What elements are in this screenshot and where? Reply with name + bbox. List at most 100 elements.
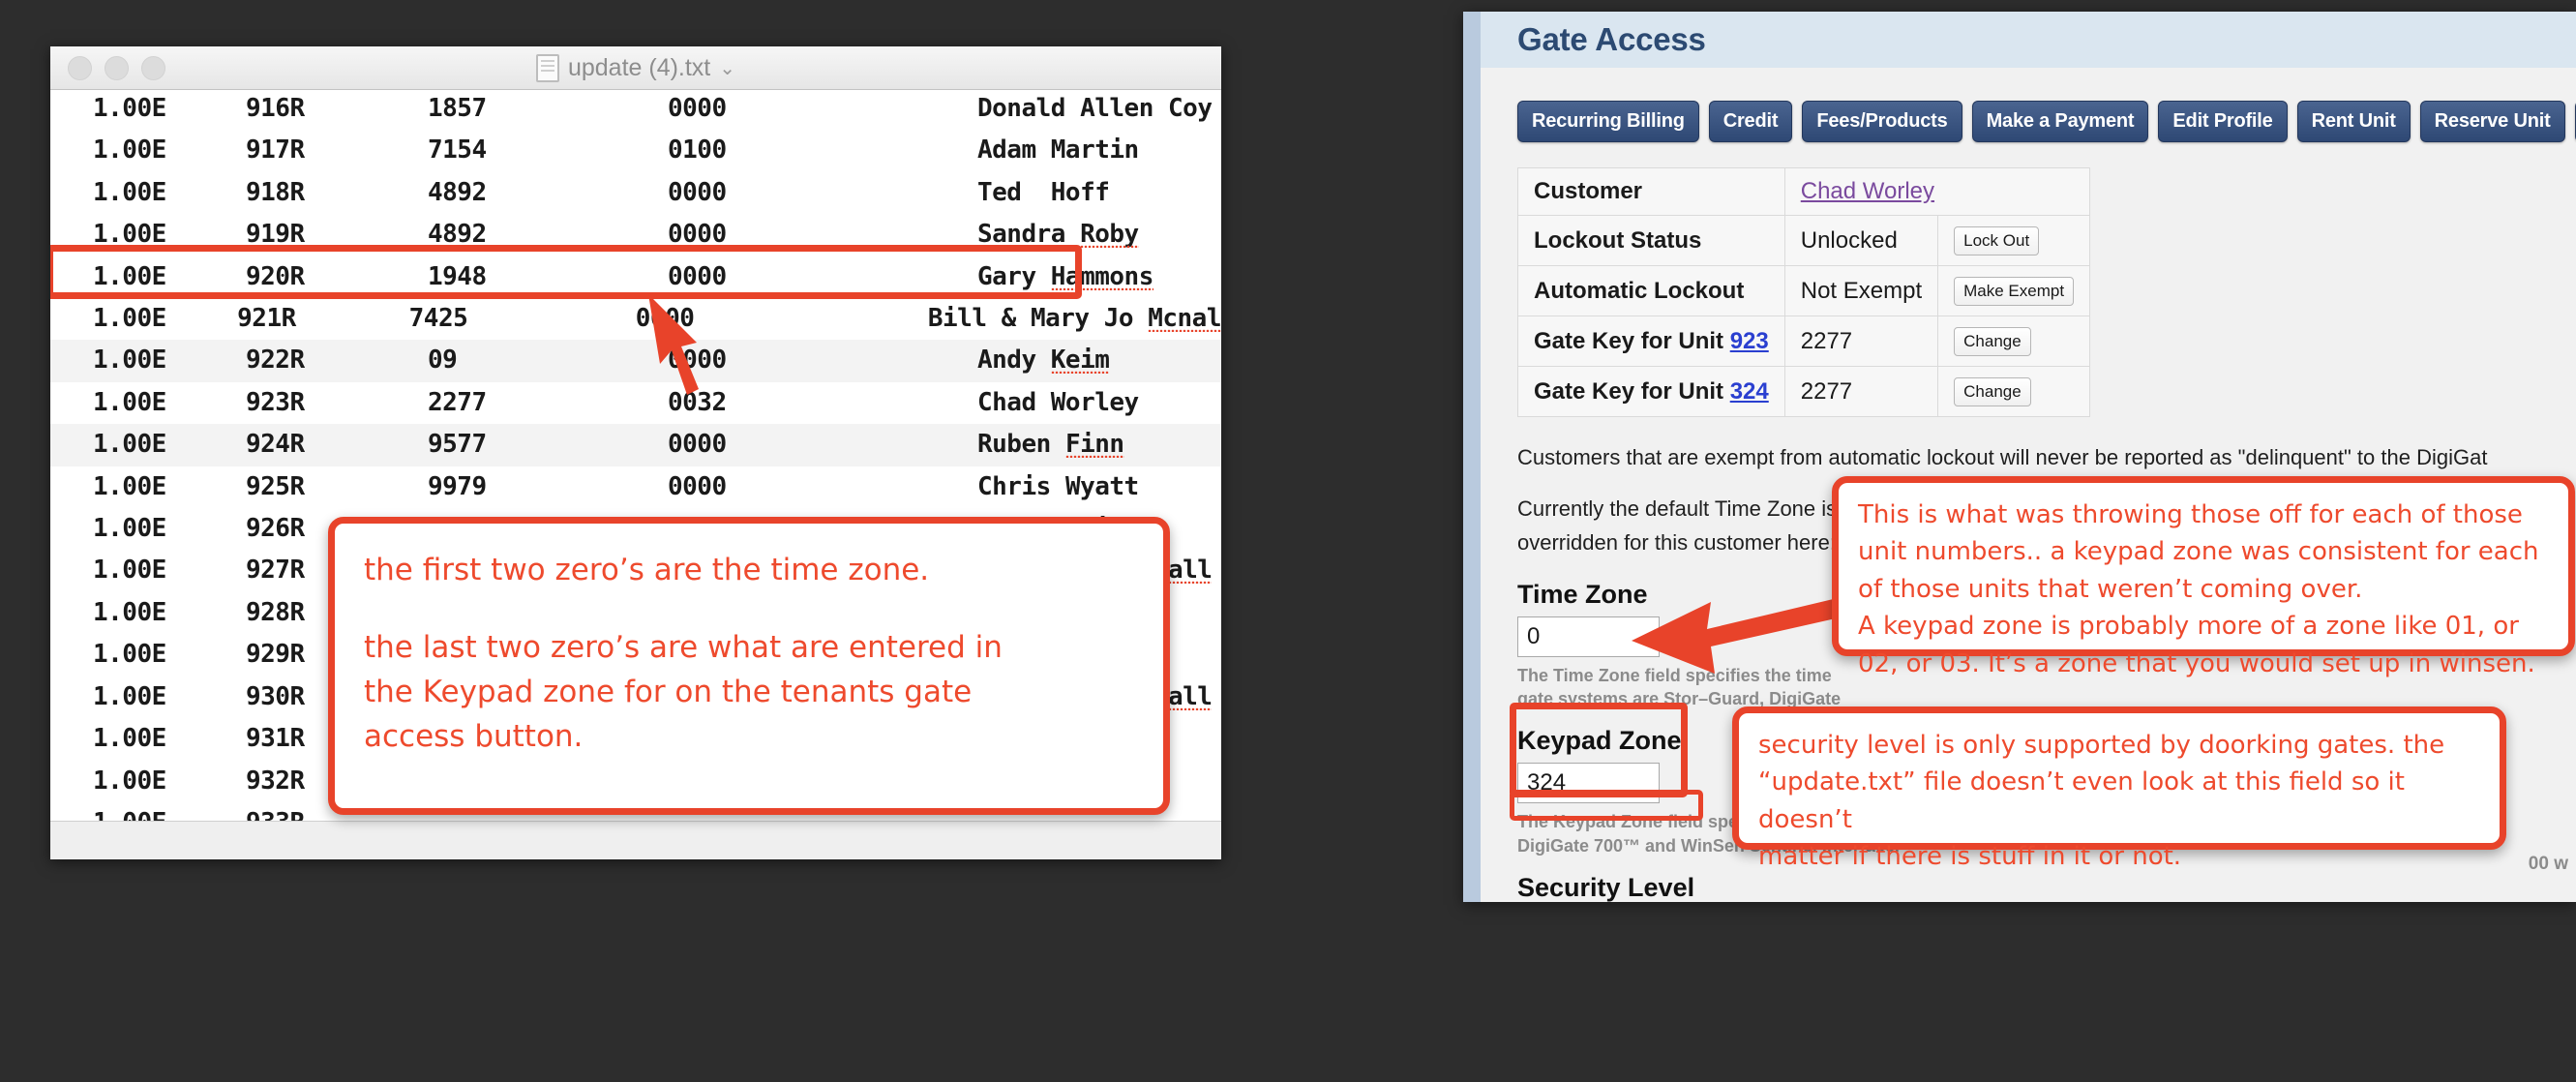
customer-info-table: Customer Chad Worley Lockout Status Unlocke…: [1517, 167, 2091, 417]
editor-cell: 916R: [246, 94, 305, 123]
row-label: Gate Key for Unit 923: [1517, 316, 1785, 367]
editor-cell: 1.00E: [93, 387, 166, 417]
nav-button[interactable]: Reserve Unit: [2419, 101, 2565, 142]
row-label: Automatic Lockout: [1517, 265, 1785, 316]
row-action: Change: [1937, 316, 2091, 367]
nav-button[interactable]: Credit: [1708, 101, 1793, 142]
row-value: 2277: [1783, 366, 1939, 417]
editor-cell: 1.00E: [93, 220, 166, 250]
keypad-zone-input[interactable]: 324: [1517, 763, 1660, 804]
nav-button[interactable]: Fees/Products: [1802, 101, 1962, 142]
keypad-note-line-2: unit numbers.. a keypad zone was consist…: [1858, 537, 2539, 567]
editor-cell: Bill & Mary Jo Mcnal: [927, 304, 1221, 334]
editor-cell: 1857: [428, 94, 487, 123]
editor-cell: 0000: [668, 346, 727, 376]
unit-link[interactable]: 923: [1730, 328, 1769, 354]
row-action-button[interactable]: Make Exempt: [1954, 277, 2075, 306]
row-action: Make Exempt: [1937, 265, 2091, 316]
window-controls[interactable]: [68, 55, 165, 80]
keypad-note-line-4: A keypad zone is probably more of a zone…: [1858, 612, 2519, 642]
editor-cell: 9577: [428, 430, 487, 460]
gate-access-header: Gate Access: [1481, 12, 2576, 68]
nav-button[interactable]: Rent Unit: [2296, 101, 2411, 142]
editor-cell: Adam Martin: [977, 135, 1139, 165]
screenshot-root: update (4).txt ⌄ 1.00E 916R 1857 0000 Donald…: [0, 0, 2576, 1082]
editor-cell: 0000: [668, 261, 727, 291]
row-label: Gate Key for Unit 324: [1517, 366, 1785, 417]
exempt-paragraph: Customers that are exempt from automatic…: [1517, 445, 2488, 469]
annotation-keypad-zone-note: This is what was throwing those off for …: [1832, 476, 2575, 678]
editor-cell: 1.00E: [93, 135, 166, 165]
editor-cell: 1.00E: [93, 261, 166, 291]
editor-cell: 1.00E: [93, 681, 166, 711]
annotation-timezone-note: the first two zero’s are the time zone. …: [328, 517, 1170, 815]
row-action: Change: [1937, 366, 2091, 417]
row-value[interactable]: Chad Worley: [1783, 167, 2091, 216]
document-icon: [535, 53, 559, 82]
time-zone-input[interactable]: 0: [1517, 616, 1660, 657]
table-row: Automatic Lockout Not Exempt Make Exempt: [1517, 265, 2091, 316]
row-action-button[interactable]: Lock Out: [1954, 226, 2040, 255]
editor-cell: Ted Hoff: [977, 177, 1110, 207]
editor-cell: 0000: [668, 471, 727, 501]
nav-button-row: Recurring Billing Credit Fees/Products Make…: [1517, 101, 2576, 142]
editor-cell: 0000: [668, 220, 727, 250]
nav-button[interactable]: Recurring Billing: [1517, 101, 1699, 142]
editor-line: 1.00E 923R 2277 0032 Chad Worley: [50, 382, 1221, 424]
security-note-line-3: matter if there is stuff in it or not.: [1758, 842, 2182, 872]
editor-cell: 9979: [428, 471, 487, 501]
editor-cell: 0032: [668, 387, 727, 417]
close-icon[interactable]: [68, 55, 92, 80]
editor-cell: 09: [428, 346, 458, 376]
editor-cell: Gary Hammons: [977, 261, 1153, 291]
editor-titlebar: update (4).txt ⌄: [50, 46, 1221, 90]
editor-line: 1.00E 918R 4892 0000 Ted Hoff: [50, 172, 1221, 214]
editor-cell: 4892: [428, 220, 487, 250]
editor-cell: 917R: [246, 135, 305, 165]
editor-cell: 924R: [246, 430, 305, 460]
nav-button[interactable]: Edit Profile: [2158, 101, 2288, 142]
annotation-security-level-note: security level is only supported by door…: [1732, 706, 2506, 871]
nav-button[interactable]: Make a Payment: [1971, 101, 2149, 142]
text-editor-window: update (4).txt ⌄ 1.00E 916R 1857 0000 Donald…: [50, 46, 1221, 859]
row-action-button[interactable]: Change: [1954, 327, 2031, 356]
editor-cell: 0000: [668, 94, 727, 123]
editor-cell: 0000: [635, 304, 695, 334]
editor-cell: 925R: [246, 471, 305, 501]
editor-line: 1.00E 916R 1857 0000 Donald Allen Coy: [50, 90, 1221, 130]
table-row: Gate Key for Unit 923 2277 Change: [1517, 316, 2091, 367]
editor-cell: 0100: [668, 135, 727, 165]
editor-statusbar: [50, 821, 1221, 859]
editor-cell: 0000: [668, 430, 727, 460]
security-level-label: Security Level: [1517, 872, 1695, 902]
editor-cell: 1.00E: [93, 346, 166, 376]
chevron-down-icon[interactable]: ⌄: [719, 56, 735, 80]
left-rail: [1463, 12, 1481, 902]
note-line-2: the last two zero’s are what are entered…: [364, 629, 1003, 665]
keypad-note-line-3: of those units that weren’t coming over.: [1858, 574, 2363, 604]
editor-cell: 1.00E: [93, 94, 166, 123]
note-line-1: the first two zero’s are the time zone.: [364, 553, 930, 587]
row-action-button[interactable]: Change: [1954, 377, 2031, 406]
editor-filename: update (4).txt: [567, 53, 711, 81]
editor-line: 1.00E 924R 9577 0000 Ruben Finn: [50, 424, 1221, 466]
editor-cell: Donald Allen Coy: [977, 94, 1213, 123]
row-value: 2277: [1783, 316, 1939, 367]
unit-link[interactable]: 324: [1730, 378, 1769, 405]
editor-cell: Sandra Roby: [977, 220, 1139, 250]
keypad-note-line-1: This is what was throwing those off for …: [1858, 500, 2523, 529]
customer-link[interactable]: Chad Worley: [1801, 178, 1934, 204]
editor-line: 1.00E 922R 09 0000 Andy Keim: [50, 340, 1221, 382]
keypad-note-line-5: 02, or 03. It’s a zone that you would se…: [1858, 648, 2535, 678]
minimize-icon[interactable]: [105, 55, 129, 80]
editor-cell: 1.00E: [93, 430, 166, 460]
editor-line: 1.00E 919R 4892 0000 Sandra Roby: [50, 214, 1221, 255]
editor-line: 1.00E 921R 7425 0000 Bill & Mary Jo Mcnal: [50, 298, 1221, 340]
maximize-icon[interactable]: [141, 55, 165, 80]
editor-cell: 1.00E: [93, 471, 166, 501]
editor-cell: Chad Worley: [977, 387, 1139, 417]
row-label: Customer: [1517, 167, 1785, 216]
security-note-line-2: “update.txt” file doesn’t even look at t…: [1758, 767, 2405, 834]
editor-cell: 1.00E: [93, 766, 166, 796]
editor-cell: 1948: [428, 261, 487, 291]
